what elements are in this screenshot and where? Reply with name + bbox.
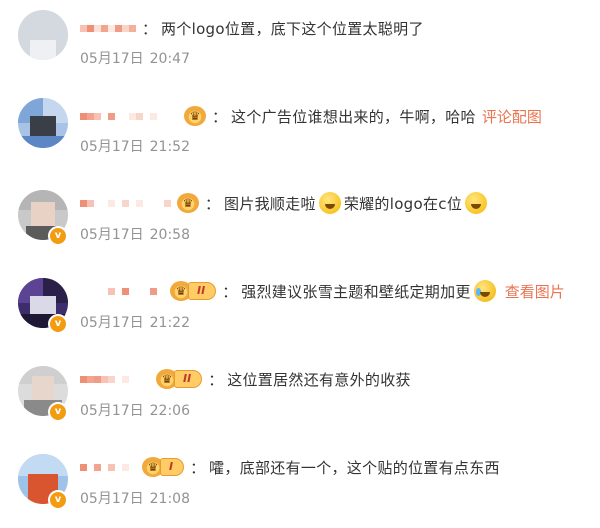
colon: ： <box>208 370 224 389</box>
username-mosaic[interactable] <box>80 463 136 471</box>
verified-icon: v <box>48 314 68 334</box>
timestamp: 05月17日 21:22 <box>80 312 190 332</box>
timestamp: 05月17日 22:06 <box>80 400 190 420</box>
verified-icon: v <box>48 402 68 422</box>
comment-line: ： 两个logo位置，底下这个位置太聪明了 <box>80 15 424 41</box>
username-mosaic[interactable] <box>80 375 150 383</box>
crown-badge[interactable]: ♛ II <box>170 281 217 301</box>
username-mosaic[interactable] <box>80 112 178 120</box>
timestamp: 05月17日 21:08 <box>80 488 190 508</box>
crown-badge[interactable]: ♛ <box>177 193 199 213</box>
view-image-link[interactable]: 评论配图 <box>482 106 542 127</box>
comment-line: ♛ ： 这个广告位谁想出来的，牛啊，哈哈 评论配图 <box>80 103 542 129</box>
date: 05月17日 <box>80 315 144 331</box>
rank-label: II <box>174 370 203 388</box>
comment-item: v ♛ ： 图片我顺走啦 荣耀的logo在c位 05月17日 20:58 <box>0 176 600 264</box>
comment-text: 图片我顺走啦 <box>224 194 316 213</box>
tears-of-joy-emoji-icon <box>473 280 496 302</box>
comment-text-continued: 荣耀的logo在c位 <box>343 194 463 213</box>
date: 05月17日 <box>80 403 144 419</box>
comment-text: 这位置居然还有意外的收获 <box>227 370 411 389</box>
colon: ： <box>222 282 238 301</box>
rank-label: II <box>188 282 217 300</box>
time: 22:06 <box>149 403 190 419</box>
timestamp: 05月17日 20:58 <box>80 224 190 244</box>
time: 21:52 <box>149 139 190 155</box>
colon: ： <box>190 458 206 477</box>
date: 05月17日 <box>80 139 144 155</box>
rank-label: I <box>160 458 185 476</box>
avatar[interactable] <box>18 10 68 60</box>
comment-text: 嚯，底部还有一个，这个贴的位置有点东西 <box>209 458 500 477</box>
crown-icon: ♛ <box>184 106 206 126</box>
crown-badge[interactable]: ♛ II <box>156 369 203 389</box>
smile-emoji-icon <box>318 192 341 214</box>
comment-text: 两个logo位置，底下这个位置太聪明了 <box>161 19 424 38</box>
verified-icon: v <box>48 226 68 246</box>
time: 21:22 <box>149 315 190 331</box>
timestamp: 05月17日 21:52 <box>80 136 190 156</box>
comment-line: ♛ II ： 强烈建议张雪主题和壁纸定期加更 查看图片 <box>80 278 565 304</box>
date: 05月17日 <box>80 51 144 67</box>
crown-badge[interactable]: ♛ I <box>142 457 185 477</box>
colon: ： <box>142 19 158 38</box>
time: 20:47 <box>149 51 190 67</box>
time: 21:08 <box>149 491 190 507</box>
date: 05月17日 <box>80 491 144 507</box>
comment-item: ♛ ： 这个广告位谁想出来的，牛啊，哈哈 评论配图 05月17日 21:52 <box>0 88 600 176</box>
comment-line: ♛ ： 图片我顺走啦 荣耀的logo在c位 <box>80 190 490 216</box>
comment-item: v ♛ II ： 这位置居然还有意外的收获 05月17日 22:06 <box>0 352 600 440</box>
view-image-link[interactable]: 查看图片 <box>505 281 565 302</box>
comment-item: ： 两个logo位置，底下这个位置太聪明了 05月17日 20:47 <box>0 0 600 88</box>
username-mosaic[interactable] <box>80 199 171 207</box>
crown-badge[interactable]: ♛ <box>184 106 206 126</box>
avatar[interactable] <box>18 98 68 148</box>
comment-line: ♛ II ： 这位置居然还有意外的收获 <box>80 366 411 392</box>
laugh-emoji-icon <box>465 192 488 214</box>
timestamp: 05月17日 20:47 <box>80 48 190 68</box>
comment-line: ♛ I ： 嚯，底部还有一个，这个贴的位置有点东西 <box>80 454 500 480</box>
comment-item: v ♛ II ： 强烈建议张雪主题和壁纸定期加更 查看图片 05月17日 21:2… <box>0 264 600 352</box>
colon: ： <box>212 107 228 126</box>
crown-icon: ♛ <box>177 193 199 213</box>
colon: ： <box>205 194 221 213</box>
verified-icon: v <box>48 490 68 510</box>
time: 20:58 <box>149 227 190 243</box>
comment-text: 这个广告位谁想出来的，牛啊，哈哈 <box>231 107 476 126</box>
username-mosaic[interactable] <box>80 24 136 32</box>
comment-item: v ♛ I ： 嚯，底部还有一个，这个贴的位置有点东西 05月17日 21:08 <box>0 440 600 528</box>
date: 05月17日 <box>80 227 144 243</box>
comment-text: 强烈建议张雪主题和壁纸定期加更 <box>241 282 471 301</box>
username-mosaic[interactable] <box>80 287 164 295</box>
